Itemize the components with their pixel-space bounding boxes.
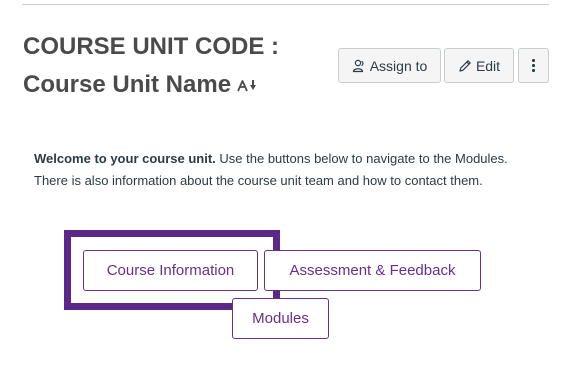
- pencil-icon: [458, 59, 472, 73]
- assessment-feedback-button[interactable]: Assessment & Feedback: [264, 250, 481, 291]
- users-icon: [352, 59, 366, 73]
- page-title: COURSE UNIT CODE : Course Unit Name: [23, 28, 323, 104]
- welcome-lead: Welcome to your course unit.: [34, 151, 216, 166]
- more-options-button[interactable]: [518, 48, 549, 83]
- edit-button[interactable]: Edit: [444, 48, 514, 83]
- edit-label: Edit: [475, 57, 501, 74]
- welcome-message: Welcome to your course unit. Use the but…: [34, 148, 524, 192]
- sort-arrow-icon[interactable]: [237, 79, 257, 93]
- modules-button[interactable]: Modules: [232, 298, 329, 339]
- top-divider: [22, 4, 549, 5]
- assign-to-label: Assign to: [369, 57, 428, 74]
- page-title-code: COURSE UNIT CODE :: [23, 33, 280, 60]
- page-title-name-row: Course Unit Name: [23, 66, 323, 104]
- more-options-icon: [532, 59, 535, 72]
- page-title-name: Course Unit Name: [23, 71, 232, 98]
- course-information-button[interactable]: Course Information: [83, 250, 258, 291]
- assign-to-button[interactable]: Assign to: [338, 48, 441, 83]
